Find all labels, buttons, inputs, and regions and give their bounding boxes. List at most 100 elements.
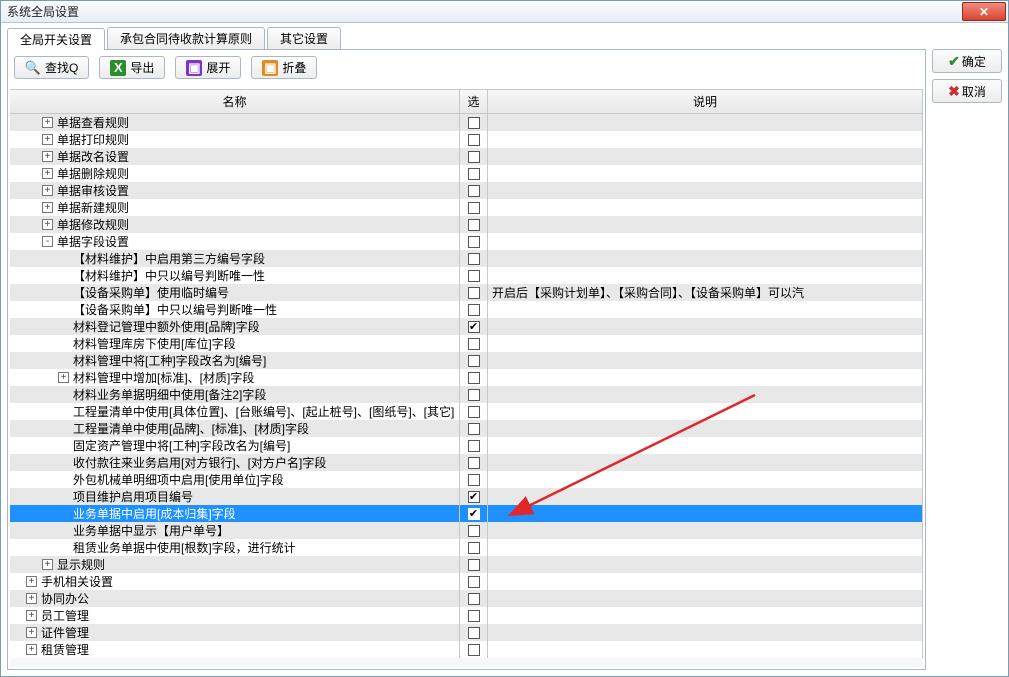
tree-row[interactable]: 材料登记管理中额外使用[品牌]字段✔ bbox=[10, 318, 923, 335]
tree-row[interactable]: 【材料维护】中启用第三方编号字段 bbox=[10, 250, 923, 267]
plus-icon[interactable]: + bbox=[42, 559, 53, 570]
plus-icon[interactable]: + bbox=[42, 185, 53, 196]
plus-icon[interactable]: + bbox=[42, 134, 53, 145]
tree-row[interactable]: 收付款往来业务启用[对方银行]、[对方户名]字段 bbox=[10, 454, 923, 471]
row-checkbox[interactable] bbox=[468, 355, 480, 367]
tree-row[interactable]: 材料管理库房下使用[库位]字段 bbox=[10, 335, 923, 352]
row-desc bbox=[488, 250, 923, 267]
tree-row[interactable]: +证件管理 bbox=[10, 624, 923, 641]
row-checkbox[interactable] bbox=[468, 576, 480, 588]
row-checkbox[interactable] bbox=[468, 151, 480, 163]
row-desc bbox=[488, 301, 923, 318]
row-checkbox[interactable] bbox=[468, 423, 480, 435]
tree-row[interactable]: + 员工管理 bbox=[10, 607, 923, 624]
tree-row[interactable]: +协同办公 bbox=[10, 590, 923, 607]
row-checkbox[interactable] bbox=[468, 185, 480, 197]
row-checkbox[interactable] bbox=[468, 219, 480, 231]
row-checkbox[interactable] bbox=[468, 270, 480, 282]
tree-row[interactable]: +单据删除规则 bbox=[10, 165, 923, 182]
plus-icon[interactable]: + bbox=[42, 151, 53, 162]
tree-row[interactable]: 固定资产管理中将[工种]字段改名为[编号] bbox=[10, 437, 923, 454]
row-checkbox[interactable] bbox=[468, 372, 480, 384]
header-desc[interactable]: 说明 bbox=[488, 90, 923, 113]
header-select[interactable]: 选 bbox=[460, 90, 488, 113]
grid-body[interactable]: +单据查看规则+单据打印规则+单据改名设置+单据删除规则+单据审核设置+单据新建… bbox=[10, 114, 923, 667]
tree-row[interactable]: +单据查看规则 bbox=[10, 114, 923, 131]
tab-global-switch[interactable]: 全局开关设置 bbox=[7, 28, 105, 50]
row-checkbox[interactable] bbox=[468, 389, 480, 401]
plus-icon[interactable]: + bbox=[26, 593, 37, 604]
tree-row[interactable]: -单据字段设置 bbox=[10, 233, 923, 250]
row-checkbox[interactable] bbox=[468, 610, 480, 622]
tree-row[interactable]: 【设备采购单】中只以编号判断唯一性 bbox=[10, 301, 923, 318]
plus-icon[interactable]: + bbox=[26, 644, 37, 655]
row-checkbox[interactable] bbox=[468, 406, 480, 418]
tree-row[interactable]: +单据新建规则 bbox=[10, 199, 923, 216]
tree-row[interactable]: 业务单据中启用[成本归集]字段✔ bbox=[10, 505, 923, 522]
row-checkbox[interactable]: ✔ bbox=[468, 508, 480, 520]
row-checkbox[interactable] bbox=[468, 134, 480, 146]
minus-icon[interactable]: - bbox=[42, 236, 53, 247]
row-checkbox[interactable] bbox=[468, 287, 480, 299]
tree-row[interactable]: +显示规则 bbox=[10, 556, 923, 573]
tab-other[interactable]: 其它设置 bbox=[267, 27, 341, 49]
tree-row[interactable]: 项目维护启用项目编号✔ bbox=[10, 488, 923, 505]
row-checkbox[interactable] bbox=[468, 304, 480, 316]
tree-row[interactable]: 【材料维护】中只以编号判断唯一性 bbox=[10, 267, 923, 284]
export-button[interactable]: X导出 bbox=[99, 56, 165, 79]
plus-icon[interactable]: + bbox=[26, 576, 37, 587]
tree-row[interactable]: +单据改名设置 bbox=[10, 148, 923, 165]
row-checkbox[interactable] bbox=[468, 117, 480, 129]
row-checkbox[interactable] bbox=[468, 593, 480, 605]
row-checkbox[interactable] bbox=[468, 474, 480, 486]
tree-row[interactable]: 业务单据中显示【用户单号】 bbox=[10, 522, 923, 539]
tree-row[interactable]: +单据打印规则 bbox=[10, 131, 923, 148]
expand-icon: ▣ bbox=[186, 60, 202, 76]
plus-icon[interactable]: + bbox=[42, 168, 53, 179]
tree-row[interactable]: 材料管理中将[工种]字段改名为[编号] bbox=[10, 352, 923, 369]
tree-row[interactable]: 材料业务单据明细中使用[备注2]字段 bbox=[10, 386, 923, 403]
row-checkbox[interactable]: ✔ bbox=[468, 491, 480, 503]
search-button[interactable]: 🔍查找Q bbox=[14, 56, 89, 79]
row-checkbox[interactable] bbox=[468, 202, 480, 214]
close-button[interactable]: ✕ bbox=[962, 2, 1006, 21]
row-checkbox[interactable] bbox=[468, 338, 480, 350]
row-checkbox[interactable] bbox=[468, 644, 480, 656]
row-checkbox[interactable] bbox=[468, 440, 480, 452]
tree-row[interactable]: + 材料管理中增加[标准]、[材质]字段 bbox=[10, 369, 923, 386]
tab-contract-calc[interactable]: 承包合同待收款计算原则 bbox=[107, 27, 265, 49]
tree-grid: 名称 选 说明 +单据查看规则+单据打印规则+单据改名设置+单据删除规则+单据审… bbox=[10, 89, 923, 667]
tree-row[interactable]: +单据修改规则 bbox=[10, 216, 923, 233]
row-checkbox[interactable] bbox=[468, 457, 480, 469]
row-checkbox[interactable] bbox=[468, 559, 480, 571]
header-name[interactable]: 名称 bbox=[10, 90, 460, 113]
row-desc bbox=[488, 352, 923, 369]
tree-row[interactable]: +租赁管理 bbox=[10, 641, 923, 658]
row-checkbox[interactable] bbox=[468, 525, 480, 537]
row-checkbox[interactable] bbox=[468, 168, 480, 180]
collapse-button[interactable]: ▣折叠 bbox=[251, 56, 317, 79]
row-checkbox[interactable] bbox=[468, 627, 480, 639]
tree-row[interactable]: 工程量清单中使用[具体位置]、[台账编号]、[起止桩号]、[图纸号]、[其它] bbox=[10, 403, 923, 420]
row-checkbox[interactable]: ✔ bbox=[468, 321, 480, 333]
plus-icon[interactable]: + bbox=[42, 117, 53, 128]
tree-row[interactable]: 【设备采购单】使用临时编号开启后【采购计划单】、【采购合同】、【设备采购单】可以… bbox=[10, 284, 923, 301]
plus-icon[interactable]: + bbox=[26, 627, 37, 638]
tree-row[interactable]: +手机相关设置 bbox=[10, 573, 923, 590]
tree-row[interactable]: 工程量清单中使用[品牌]、[标准]、[材质]字段 bbox=[10, 420, 923, 437]
row-checkbox[interactable] bbox=[468, 253, 480, 265]
tree-row[interactable]: 租赁业务单据中使用[根数]字段，进行统计 bbox=[10, 539, 923, 556]
tree-row[interactable]: +单据审核设置 bbox=[10, 182, 923, 199]
row-checkbox[interactable] bbox=[468, 542, 480, 554]
row-label: 员工管理 bbox=[41, 607, 89, 624]
cancel-button[interactable]: ✖取消 bbox=[932, 79, 1002, 103]
ok-button[interactable]: ✔确定 bbox=[932, 49, 1002, 73]
plus-icon[interactable]: + bbox=[26, 610, 37, 621]
tree-row[interactable]: 外包机械单明细项中启用[使用单位]字段 bbox=[10, 471, 923, 488]
plus-icon[interactable]: + bbox=[42, 219, 53, 230]
row-checkbox[interactable] bbox=[468, 236, 480, 248]
plus-icon[interactable]: + bbox=[42, 202, 53, 213]
plus-icon[interactable]: + bbox=[58, 372, 69, 383]
expand-button[interactable]: ▣展开 bbox=[175, 56, 241, 79]
row-label: 材料管理中增加[标准]、[材质]字段 bbox=[73, 369, 254, 386]
